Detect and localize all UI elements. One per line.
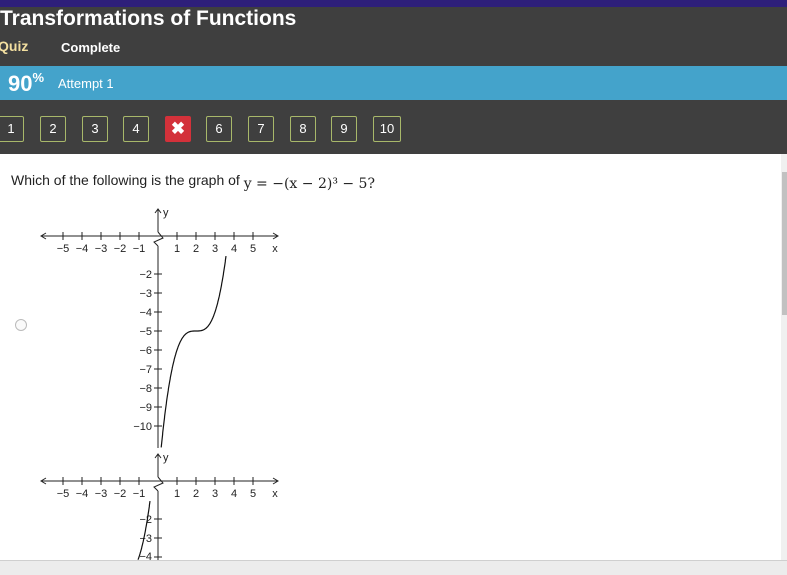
y-tick-label: −4 (139, 307, 152, 319)
question-nav: 1 2 3 4 ✖ 6 7 8 9 10 (0, 100, 787, 154)
x-tick-label: 5 (250, 488, 256, 500)
header: Transformations of Functions Quiz Comple… (0, 7, 787, 66)
y-axis-label: y (163, 207, 169, 219)
x-axis-label: x (272, 243, 278, 255)
question-button-5[interactable]: ✖ (165, 116, 191, 142)
y-tick-label: −10 (133, 421, 152, 433)
scrollbar-thumb[interactable] (782, 172, 787, 315)
x-tick-label: 1 (174, 488, 180, 500)
y-tick-label: −9 (139, 402, 152, 414)
x-tick-label: −2 (114, 488, 127, 500)
y-tick-label: −2 (139, 514, 152, 526)
answer-graphs: −5 −4 −3 −2 −1 1 2 3 4 5 x y −2 −3 −4 −5 −6 −7 −8 −9 −10 −5 −4… (40, 207, 279, 560)
answer-1-curve (160, 256, 227, 448)
section-label: Quiz (0, 38, 29, 54)
y-tick-label: −8 (139, 383, 152, 395)
question-button-9[interactable]: 9 (331, 116, 357, 142)
top-strip (0, 0, 787, 7)
axis-break (153, 476, 164, 492)
x-tick-label: −1 (133, 488, 146, 500)
x-tick-label: 5 (250, 243, 256, 255)
y-axis-label: y (163, 452, 169, 464)
x-tick-label: −4 (76, 243, 89, 255)
question-button-1[interactable]: 1 (0, 116, 24, 142)
x-tick-label: −5 (57, 488, 70, 500)
x-tick-label: −5 (57, 243, 70, 255)
status-label: Complete (61, 40, 121, 55)
x-tick-label: −1 (133, 243, 146, 255)
score-unit: % (32, 70, 45, 85)
page-title: Transformations of Functions (0, 7, 297, 30)
bottom-bar (0, 560, 787, 575)
y-tick-label: −3 (139, 288, 152, 300)
y-tick-label: −3 (139, 533, 152, 545)
question-button-3[interactable]: 3 (82, 116, 108, 142)
x-tick-label: −4 (76, 488, 89, 500)
y-tick-label: −2 (139, 269, 152, 281)
score-value: 90 (8, 71, 33, 96)
x-axis-label: x (272, 488, 278, 500)
x-tick-label: 4 (231, 243, 237, 255)
y-tick-label: −5 (139, 326, 152, 338)
question-button-4[interactable]: 4 (123, 116, 149, 142)
axis-break (153, 231, 164, 247)
score-bar: 90% Attempt 1 (0, 66, 787, 100)
question-button-6[interactable]: 6 (206, 116, 232, 142)
x-tick-label: −2 (114, 243, 127, 255)
x-tick-label: 3 (212, 243, 218, 255)
x-tick-label: 2 (193, 243, 199, 255)
x-tick-label: 1 (174, 243, 180, 255)
question-button-2[interactable]: 2 (40, 116, 66, 142)
x-tick-label: 2 (193, 488, 199, 500)
attempt-label: Attempt 1 (58, 76, 114, 91)
x-tick-label: −3 (95, 243, 108, 255)
question-button-10[interactable]: 10 (373, 116, 401, 142)
question-button-8[interactable]: 8 (290, 116, 316, 142)
x-tick-label: 3 (212, 488, 218, 500)
x-tick-label: 4 (231, 488, 237, 500)
y-tick-label: −4 (139, 551, 152, 560)
x-tick-label: −3 (95, 488, 108, 500)
y-tick-label: −7 (139, 364, 152, 376)
score: 90% (8, 70, 45, 97)
y-tick-label: −6 (139, 345, 152, 357)
question-button-7[interactable]: 7 (248, 116, 274, 142)
